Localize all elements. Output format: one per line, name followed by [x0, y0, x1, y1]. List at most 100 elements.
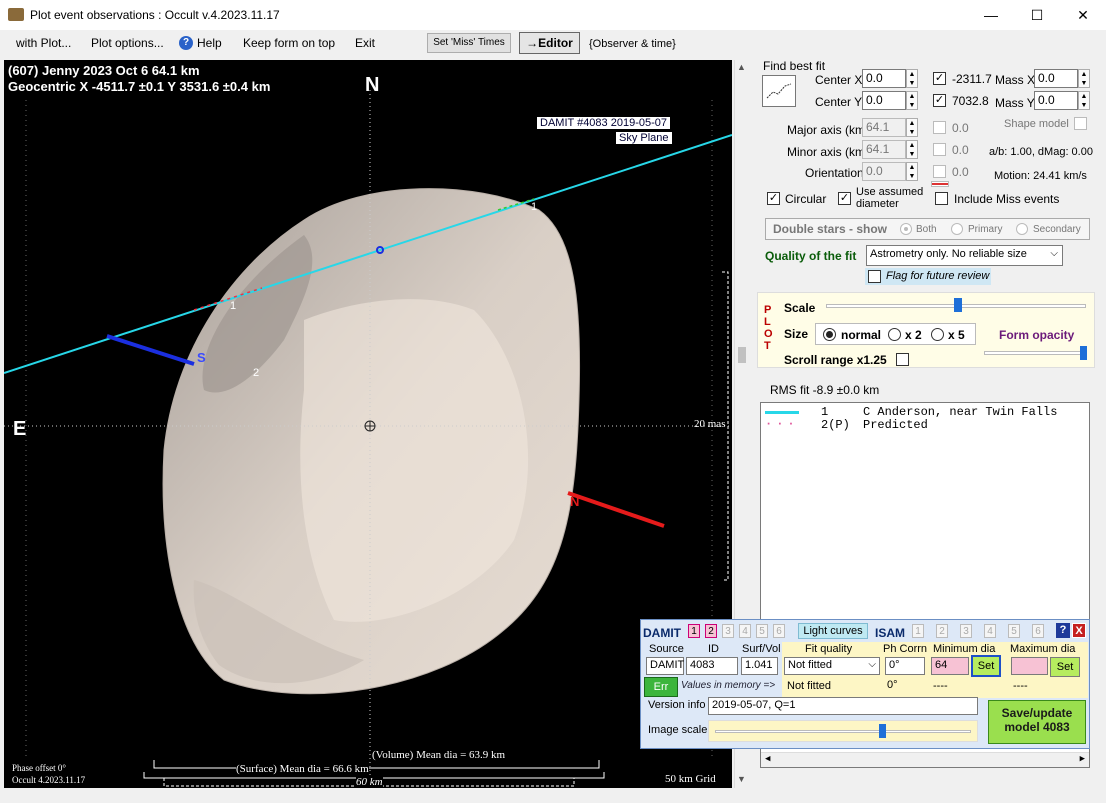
scale-slider-thumb[interactable]	[954, 298, 962, 312]
center-y-label: Center Y	[815, 95, 863, 109]
surf-vol-field[interactable]: 1.041	[741, 657, 778, 675]
center-x-input[interactable]: 0.0	[862, 69, 906, 88]
set-max-button[interactable]: Set	[1050, 657, 1080, 677]
light-curves-button[interactable]: Light curves	[798, 623, 868, 639]
orientation-input[interactable]: 0.0	[862, 162, 906, 181]
ph-corrn-field[interactable]: 0°	[885, 657, 925, 675]
isam-tab-4[interactable]: 4	[984, 624, 996, 638]
isam-tab-6[interactable]: 6	[1032, 624, 1044, 638]
mass-y-input[interactable]: 0.0	[1034, 91, 1078, 110]
primary-label: Primary	[968, 224, 1003, 235]
max-dia-label: Maximum dia	[1010, 643, 1076, 655]
mass-y-label: Mass Y	[995, 96, 1035, 110]
form-opacity-label: Form opacity	[999, 328, 1075, 342]
scroll-right-icon[interactable]: ▶	[1080, 754, 1085, 764]
fit-y-checkbox[interactable]: ✓	[933, 94, 946, 107]
color-swatch[interactable]	[931, 181, 949, 187]
isam-tab-3[interactable]: 3	[960, 624, 972, 638]
scroll-range-checkbox[interactable]	[896, 353, 909, 366]
fit-quality-value: Not fitted	[788, 659, 833, 671]
major-axis-input[interactable]: 64.1	[862, 118, 906, 137]
err-button[interactable]: Err	[644, 677, 678, 697]
isam-tab-2[interactable]: 2	[936, 624, 948, 638]
minor-axis-checkbox[interactable]	[933, 143, 946, 156]
primary-radio[interactable]	[951, 223, 963, 235]
damit-tab-2[interactable]: 2	[705, 624, 717, 638]
major-axis-checkbox[interactable]	[933, 121, 946, 134]
circular-checkbox[interactable]: ✓	[767, 192, 780, 205]
list-horizontal-scrollbar[interactable]: ◀ ▶	[761, 752, 1089, 767]
max-dia-field[interactable]	[1011, 657, 1048, 675]
chevron-down-icon: ⌵	[868, 659, 876, 670]
include-miss-checkbox[interactable]	[935, 192, 948, 205]
image-scale-slider[interactable]	[708, 720, 978, 742]
damit-tab-5[interactable]: 5	[756, 624, 768, 638]
south-label: S	[197, 350, 206, 365]
fit-x-checkbox[interactable]: ✓	[933, 72, 946, 85]
source-field[interactable]: DAMIT	[646, 657, 684, 675]
x5-radio[interactable]	[931, 328, 944, 341]
flag-review-label: Flag for future review	[886, 270, 990, 282]
mass-x-input[interactable]: 0.0	[1034, 69, 1078, 88]
image-scale-label: Image scale	[648, 724, 708, 736]
menu-keep-form-on-top[interactable]: Keep form on top	[243, 36, 335, 50]
center-y-input[interactable]: 0.0	[862, 91, 906, 110]
scroll-up-icon[interactable]: ▲	[737, 62, 746, 72]
menu-help[interactable]: Help	[197, 36, 222, 50]
center-y-spinner[interactable]: ▲ ▼	[906, 91, 918, 110]
help-button[interactable]: ?	[1056, 623, 1070, 638]
image-scale-thumb[interactable]	[878, 724, 886, 738]
close-button[interactable]: ✕	[1060, 0, 1106, 30]
normal-radio[interactable]	[823, 328, 836, 341]
mass-y-spinner[interactable]: ▲ ▼	[1078, 91, 1090, 110]
set-miss-times-button[interactable]: Set 'Miss' Times	[427, 33, 511, 53]
editor-button[interactable]: →Editor	[519, 32, 580, 54]
mass-x-spinner[interactable]: ▲ ▼	[1078, 69, 1090, 88]
menu-exit[interactable]: Exit	[355, 36, 375, 50]
shape-model-checkbox[interactable]	[1074, 117, 1087, 130]
close-panel-button[interactable]: X	[1072, 623, 1086, 638]
quality-dropdown-value: Astrometry only. No reliable size	[870, 248, 1027, 260]
damit-tab-6[interactable]: 6	[773, 624, 785, 638]
isam-tab-5[interactable]: 5	[1008, 624, 1020, 638]
isam-tab-1[interactable]: 1	[912, 624, 924, 638]
secondary-radio[interactable]	[1016, 223, 1028, 235]
north-label: N	[365, 74, 380, 96]
major-axis-spinner[interactable]: ▲ ▼	[906, 118, 918, 137]
ph-corrn-label: Ph Corrn	[883, 643, 928, 655]
min-dia-field[interactable]: 64	[931, 657, 969, 675]
scroll-thumb[interactable]	[738, 347, 746, 363]
minor-axis-spinner[interactable]: ▲ ▼	[906, 140, 918, 159]
damit-tab-1[interactable]: 1	[688, 624, 700, 638]
south-arrow	[106, 334, 195, 366]
find-best-fit-button[interactable]	[762, 75, 796, 107]
orientation-checkbox[interactable]	[933, 165, 946, 178]
orientation-spinner[interactable]: ▲ ▼	[906, 162, 918, 181]
damit-tab-3[interactable]: 3	[722, 624, 734, 638]
menu-plot-options[interactable]: Plot options...	[91, 36, 164, 50]
maximize-button[interactable]: ☐	[1014, 0, 1060, 30]
set-min-button[interactable]: Set	[971, 655, 1001, 677]
version-info-field[interactable]: 2019-05-07, Q=1	[708, 697, 978, 715]
quality-dropdown[interactable]: Astrometry only. No reliable size ⌵	[866, 245, 1063, 266]
observer-1-line-swatch	[765, 411, 799, 414]
damit-model-label: DAMIT #4083 2019-05-07	[537, 117, 670, 129]
plot-canvas[interactable]: (607) Jenny 2023 Oct 6 64.1 km Geocentri…	[4, 60, 732, 788]
use-assumed-checkbox[interactable]: ✓	[838, 192, 851, 205]
menu-with-plot[interactable]: with Plot...	[16, 36, 71, 50]
opacity-slider-thumb[interactable]	[1080, 346, 1087, 360]
minimize-button[interactable]: —	[968, 0, 1014, 30]
opacity-slider[interactable]	[984, 351, 1086, 355]
scroll-left-icon[interactable]: ◀	[765, 754, 770, 764]
center-x-spinner[interactable]: ▲ ▼	[906, 69, 918, 88]
flag-review-checkbox[interactable]	[868, 270, 881, 283]
damit-tab-4[interactable]: 4	[739, 624, 751, 638]
save-update-model-button[interactable]: Save/update model 4083	[988, 700, 1086, 744]
x2-radio[interactable]	[888, 328, 901, 341]
id-field[interactable]: 4083	[686, 657, 738, 675]
scroll-down-icon[interactable]: ▼	[737, 774, 746, 784]
both-radio[interactable]	[900, 223, 912, 235]
minor-axis-input[interactable]: 64.1	[862, 140, 906, 159]
help-icon[interactable]: ?	[179, 36, 193, 50]
fit-quality-dropdown[interactable]: Not fitted ⌵	[784, 657, 880, 675]
